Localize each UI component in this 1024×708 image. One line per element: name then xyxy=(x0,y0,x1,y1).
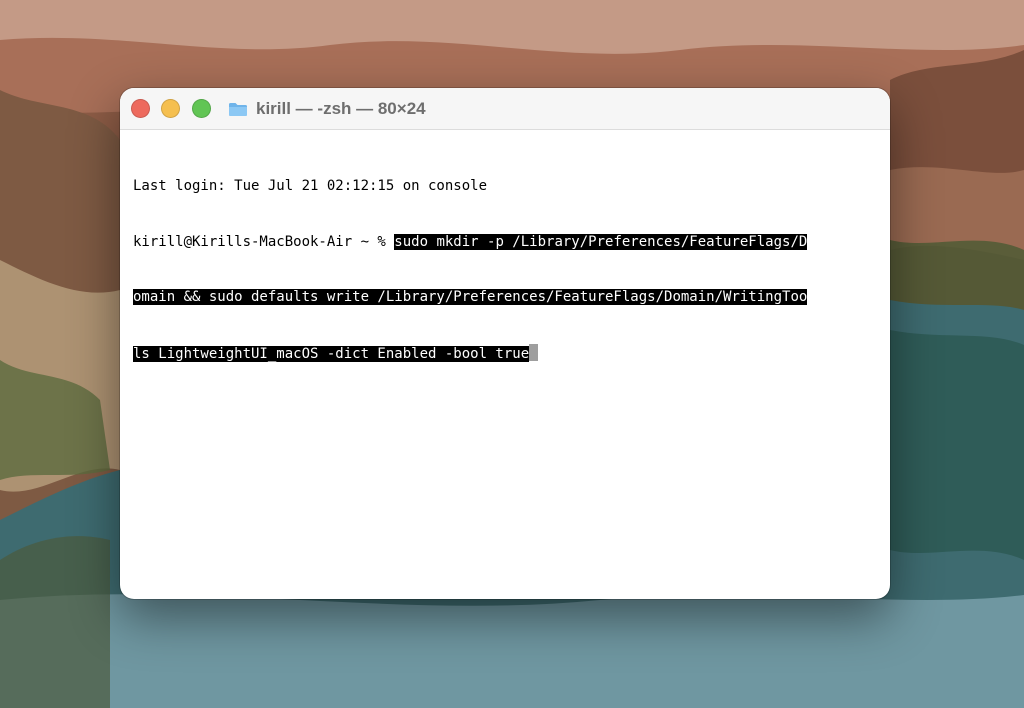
selected-command-text: omain && sudo defaults write /Library/Pr… xyxy=(133,289,808,305)
folder-icon xyxy=(229,103,247,116)
minimize-button[interactable] xyxy=(161,99,180,118)
text-cursor xyxy=(529,343,539,361)
window-titlebar[interactable]: kirill — -zsh — 80×24 xyxy=(120,88,890,130)
terminal-window[interactable]: kirill — -zsh — 80×24 Last login: Tue Ju… xyxy=(120,88,890,599)
maximize-button[interactable] xyxy=(192,99,211,118)
shell-prompt: kirill@Kirills-MacBook-Air ~ % xyxy=(133,233,395,250)
command-line-2: omain && sudo defaults write /Library/Pr… xyxy=(133,288,880,307)
last-login-line: Last login: Tue Jul 21 02:12:15 on conso… xyxy=(133,178,488,194)
window-title: kirill — -zsh — 80×24 xyxy=(228,98,426,120)
close-button[interactable] xyxy=(131,99,150,118)
selected-command-text: ls LightweightUI_macOS -dict Enabled -bo… xyxy=(133,345,530,362)
command-line-1: kirill@Kirills-MacBook-Air ~ % sudo mkdi… xyxy=(133,233,880,252)
terminal-output[interactable]: Last login: Tue Jul 21 02:12:15 on conso… xyxy=(133,140,880,599)
selected-command-text: sudo mkdir -p /Library/Preferences/Featu… xyxy=(394,233,808,250)
command-line-3: ls LightweightUI_macOS -dict Enabled -bo… xyxy=(133,343,880,363)
window-title-text: kirill — -zsh — 80×24 xyxy=(256,99,426,118)
